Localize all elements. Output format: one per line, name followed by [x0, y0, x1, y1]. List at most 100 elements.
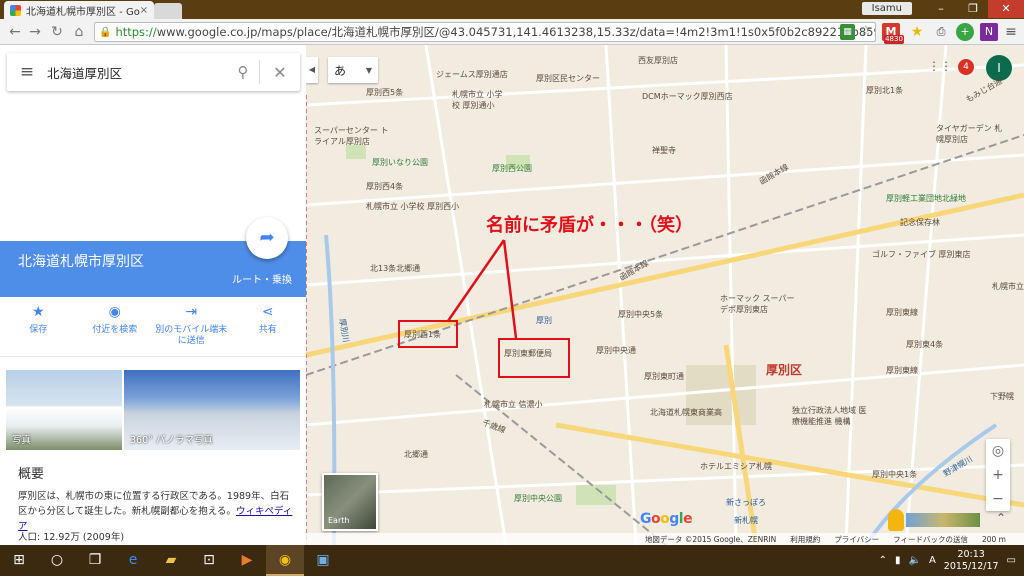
back-icon[interactable]: ← — [6, 23, 24, 41]
map-label: 札幌市立 小学校 小野幌小 — [992, 282, 1024, 291]
expand-icon[interactable]: ⌃ — [996, 511, 1006, 525]
send-to-device-button[interactable]: ⇥ 別のモバイル端末に送信 — [153, 297, 230, 356]
map-label: 独立行政法人地域 医療機能推進 機構 — [792, 406, 867, 426]
maximize-button[interactable]: ❐ — [958, 0, 988, 18]
chrome-icon[interactable]: ◉ — [266, 545, 304, 576]
map-label: 厚別東線 — [886, 366, 918, 375]
onenote-icon[interactable]: N — [980, 23, 998, 41]
tray-chevron-icon[interactable]: ⌃ — [879, 555, 887, 566]
printer-icon[interactable]: ⎙ — [932, 23, 950, 41]
media-player-icon[interactable]: ▶ — [228, 545, 266, 576]
zoom-in-button[interactable]: + — [986, 463, 1010, 487]
browser-toolbar: ← → ↻ ⌂ 🔒 https:// www.google.co.jp/maps… — [0, 19, 1024, 45]
terms-link[interactable]: 利用規約 — [790, 534, 820, 545]
map-attribution: 地図データ ©2015 Google、ZENRIN — [644, 534, 777, 544]
cortana-icon[interactable]: ○ — [38, 545, 76, 576]
new-tab-button[interactable] — [154, 3, 182, 19]
clear-icon[interactable]: ✕ — [260, 63, 300, 82]
file-explorer-icon[interactable]: ▰ — [152, 545, 190, 576]
directions-button[interactable]: ➦ — [246, 217, 288, 259]
map-label: ホテルエミシア札幌 — [700, 462, 772, 471]
edge-icon[interactable]: e — [114, 545, 152, 576]
panorama-thumbnail[interactable]: 360° パノラマ写真 — [124, 370, 300, 450]
home-icon[interactable]: ⌂ — [70, 23, 88, 41]
photos-icon[interactable]: ▣ — [304, 545, 342, 576]
ime-icon[interactable]: A — [929, 555, 936, 566]
map-label: 厚別中央公園 — [514, 494, 562, 503]
apps-grid-icon[interactable]: ⋮⋮ — [928, 59, 952, 73]
route-label[interactable]: ルート・乗換 — [232, 271, 292, 286]
store-icon[interactable]: ⊡ — [190, 545, 228, 576]
ime-label: あ — [334, 63, 347, 78]
map-label: ジェームス厚別通店 — [436, 70, 508, 79]
zoom-out-button[interactable]: − — [986, 487, 1010, 511]
map-label: 厚別東線 — [886, 308, 918, 317]
place-panel: ≡ 北海道厚別区 ⚲ ✕ ➦ 北海道札幌市厚別区 ルート・乗換 ★ 保存 ◉ 付近を… — [0, 45, 306, 545]
tab-maps[interactable]: 北海道札幌市厚別区 - Goo × — [4, 1, 154, 19]
imagery-thumbnails[interactable] — [906, 513, 980, 527]
map-label: スーパーセンター トライアル厚別店 — [314, 126, 389, 146]
map-label: DCMホーマック厚別西店 — [642, 92, 733, 101]
photo-label: 写真 — [12, 435, 32, 446]
volume-icon[interactable]: 🔈 — [908, 555, 920, 566]
pegman-icon[interactable] — [888, 509, 904, 531]
qr-extension-icon[interactable]: ▦ — [840, 24, 855, 40]
notification-badge[interactable]: 4 — [958, 59, 974, 75]
google-logo: Google — [640, 511, 693, 527]
browser-window: 北海道札幌市厚別区 - Goo × Isamu – ❐ ✕ ← → ↻ ⌂ 🔒 … — [0, 0, 1024, 576]
save-label: 保存 — [29, 325, 48, 335]
map-label: 厚別西5条 — [366, 88, 404, 97]
summary-text: 厚別区は、札幌市の東に位置する行政区である。1989年、白石区から分区して誕生し… — [18, 489, 298, 534]
my-location-icon[interactable]: ◎ — [986, 439, 1010, 463]
close-window-button[interactable]: ✕ — [988, 0, 1024, 18]
menu-icon[interactable]: ≡ — [7, 62, 47, 82]
forward-icon[interactable]: → — [26, 23, 44, 41]
url-scheme: https:// — [115, 25, 157, 39]
tab-title: 北海道札幌市厚別区 - Goo — [26, 6, 140, 18]
save-button[interactable]: ★ 保存 — [0, 297, 77, 356]
start-button[interactable]: ⊞ — [0, 545, 38, 576]
map-label: 厚別区民センター — [536, 74, 600, 83]
notification-center-icon[interactable]: ▭ — [1007, 555, 1016, 566]
scale-bar: 200 m — [981, 534, 1006, 544]
map-label: 新札幌 — [734, 516, 758, 525]
clock[interactable]: 20:13 2015/12/17 — [944, 549, 999, 573]
place-title: 北海道札幌市厚別区 — [18, 254, 144, 270]
map-canvas[interactable]: ◀ あ ▼ ⋮⋮ 4 I ジェームス厚別通店 厚別西5条 札幌市立 小学校 厚別通… — [306, 45, 1024, 545]
map-label: 厚別東4条 — [906, 340, 944, 349]
task-view-icon[interactable]: ❐ — [76, 545, 114, 576]
summary-heading: 概要 — [18, 467, 45, 482]
map-label: 厚別中央1条 — [872, 470, 918, 479]
photo-strip: 写真 360° パノラマ写真 — [6, 370, 300, 450]
network-icon[interactable]: ▮ — [895, 555, 901, 566]
map-label: 厚別西4条 — [366, 182, 404, 191]
share-icon: ⋖ — [261, 304, 274, 320]
search-icon[interactable]: ⚲ — [227, 63, 259, 81]
input-method-selector[interactable]: あ ▼ — [328, 57, 378, 83]
search-input[interactable]: 北海道厚別区 — [47, 63, 227, 82]
clock-date: 2015/12/17 — [943, 560, 999, 572]
map-label: タイヤガーデン 札幌厚別店 — [936, 124, 1003, 144]
bookmark-star-icon[interactable]: ☆ — [859, 23, 872, 39]
address-bar[interactable]: 🔒 https:// www.google.co.jp/maps/place/北… — [94, 22, 876, 42]
star-icon: ★ — [31, 304, 45, 320]
nearby-button[interactable]: ◉ 付近を検索 — [77, 297, 154, 356]
collapse-panel-button[interactable]: ◀ — [306, 57, 318, 83]
search-box[interactable]: ≡ 北海道厚別区 ⚲ ✕ — [7, 53, 300, 91]
photo-thumbnail[interactable]: 写真 — [6, 370, 122, 450]
privacy-link[interactable]: プライバシー — [834, 534, 879, 545]
share-button[interactable]: ⋖ 共有 — [230, 297, 307, 356]
reload-icon[interactable]: ↻ — [48, 23, 66, 41]
earth-view-toggle[interactable]: Earth — [322, 473, 378, 531]
chrome-menu-icon[interactable]: ≡ — [1002, 23, 1020, 41]
map-label: 北郷通 — [404, 450, 428, 459]
feedback-link[interactable]: フィードバックの送信 — [893, 534, 968, 545]
close-tab-icon[interactable]: × — [140, 5, 148, 16]
chevron-down-icon: ▼ — [365, 65, 372, 75]
minimize-button[interactable]: – — [926, 0, 956, 18]
boxed-label: 厚別西1条 — [404, 330, 442, 339]
add-extension-icon[interactable]: + — [956, 23, 974, 41]
bookmark-extension-icon[interactable]: ★ — [908, 23, 926, 41]
profile-button[interactable]: Isamu — [861, 2, 912, 15]
map-label: 記念保存林 — [900, 218, 940, 227]
